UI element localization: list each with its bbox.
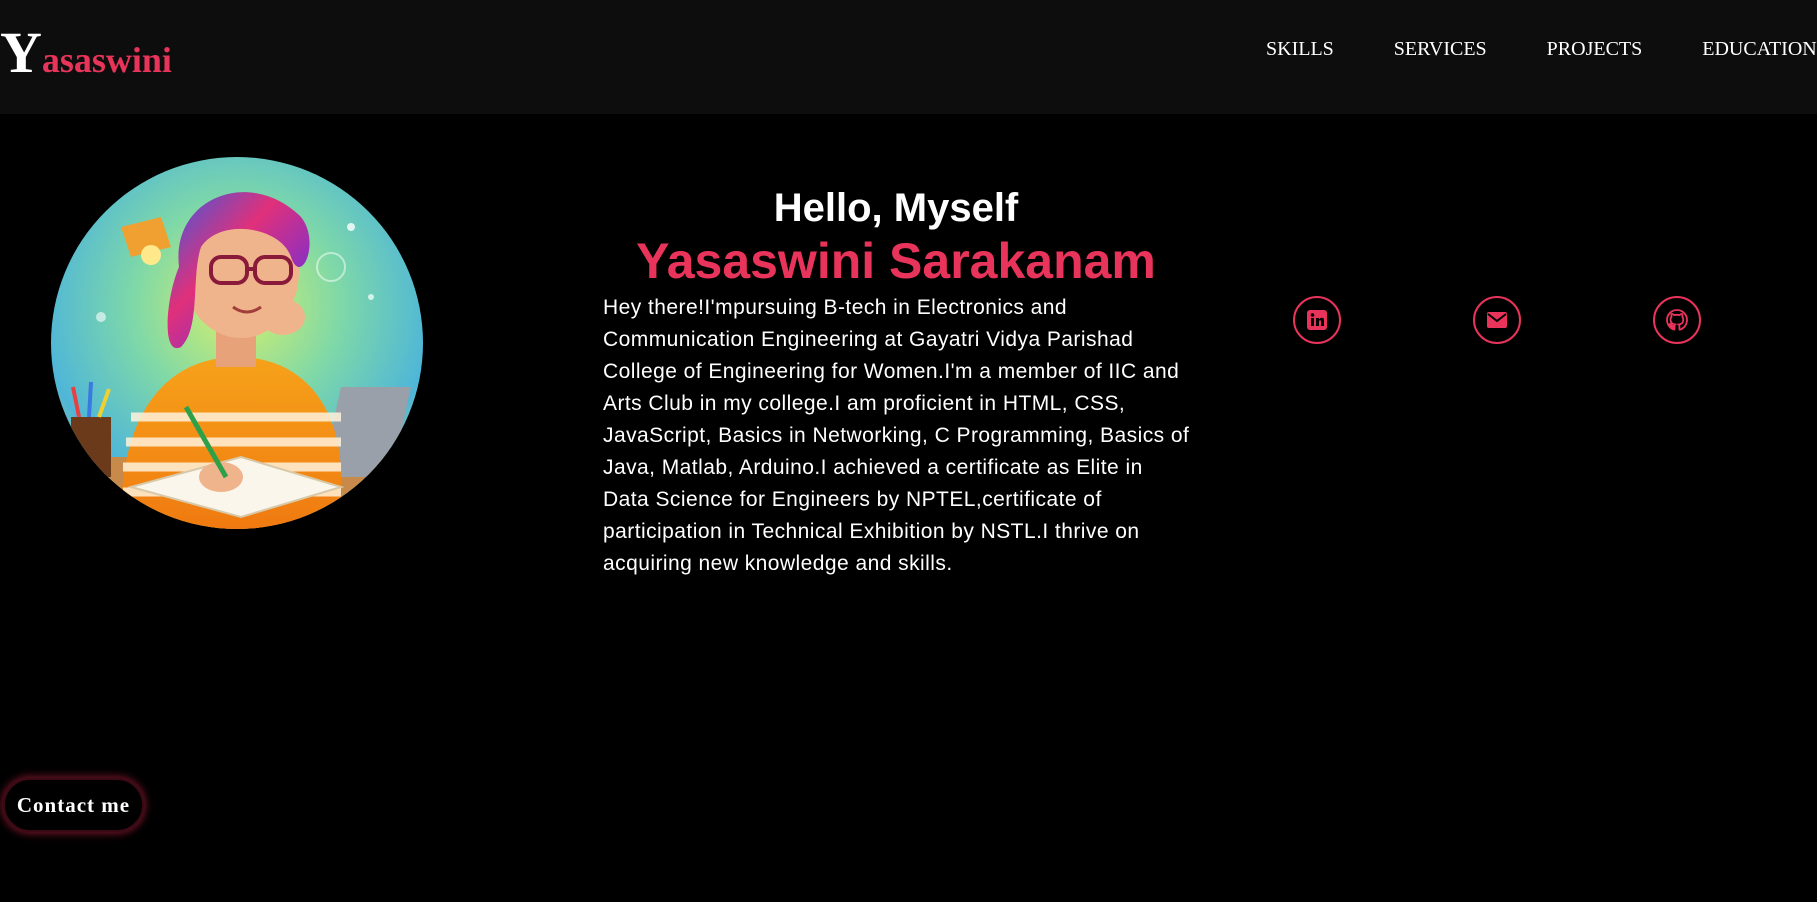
nav-link-skills[interactable]: SKILLS xyxy=(1266,38,1334,61)
hero-name: Yasaswini Sarakanam xyxy=(636,233,1156,289)
email-link[interactable] xyxy=(1473,296,1521,344)
github-link[interactable] xyxy=(1653,296,1701,344)
linkedin-icon xyxy=(1306,309,1328,331)
site-header: Yasaswini SKILLS SERVICES PROJECTS EDUCA… xyxy=(0,0,1817,114)
github-icon xyxy=(1665,308,1689,332)
logo-name: asaswini xyxy=(41,40,172,80)
hero-greeting: Hello, Myself xyxy=(773,186,1019,230)
logo-initial: Y xyxy=(0,20,42,85)
hero-bio: Hey there!I'mpursuing B-tech in Electron… xyxy=(603,296,1190,575)
main-nav: SKILLS SERVICES PROJECTS EDUCATION xyxy=(1266,38,1817,61)
mail-icon xyxy=(1486,311,1508,329)
linkedin-link[interactable] xyxy=(1293,296,1341,344)
nav-link-projects[interactable]: PROJECTS xyxy=(1547,38,1643,61)
site-logo[interactable]: Yasaswini xyxy=(0,24,172,82)
avatar-illustration xyxy=(51,157,423,529)
nav-link-services[interactable]: SERVICES xyxy=(1394,38,1487,61)
nav-link-education[interactable]: EDUCATION xyxy=(1702,38,1816,61)
contact-button[interactable]: Contact me xyxy=(3,778,144,832)
profile-avatar xyxy=(51,157,423,529)
